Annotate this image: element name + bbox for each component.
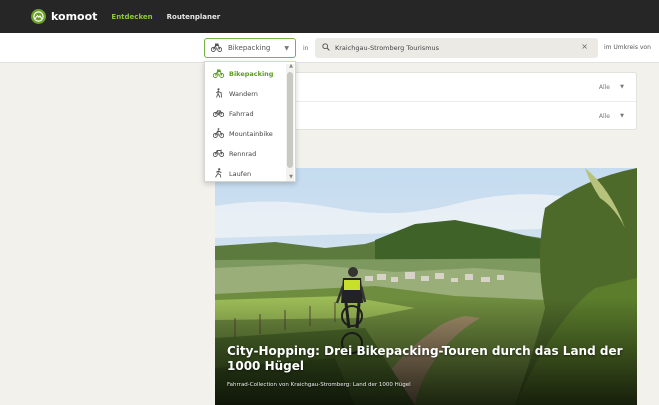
search-bar: Bikepacking ▼ in Kraichgau-Stromberg Tou… xyxy=(0,33,659,63)
radius-label: im Umkreis von xyxy=(604,44,651,51)
mountainbike-icon xyxy=(211,128,225,140)
sport-type-select[interactable]: Bikepacking ▼ xyxy=(204,38,296,58)
nav-link-routenplaner[interactable]: Routenplaner xyxy=(167,13,221,21)
dropdown-item-laufen[interactable]: Laufen xyxy=(205,164,287,184)
komoot-logo-icon xyxy=(31,9,46,24)
roadbike-icon xyxy=(211,149,225,159)
dropdown-item-label: Fahrrad xyxy=(229,110,254,118)
dropdown-scrollbar-thumb[interactable] xyxy=(287,72,293,168)
dropdown-item-wandern[interactable]: Wandern xyxy=(205,84,287,104)
top-navigation: komoot Entdecken Routenplaner xyxy=(0,0,659,33)
dropdown-item-label: Rennrad xyxy=(229,150,257,158)
scroll-down-icon[interactable]: ▼ xyxy=(289,174,293,180)
logo-text: komoot xyxy=(51,10,98,23)
in-label: in xyxy=(303,45,309,52)
clear-icon[interactable]: × xyxy=(581,42,588,51)
region-search-input[interactable]: Kraichgau-Stromberg Tourismus × xyxy=(315,38,598,58)
region-input-value: Kraichgau-Stromberg Tourismus xyxy=(335,44,440,52)
dropdown-item-label: Wandern xyxy=(229,90,258,98)
dropdown-item-bikepacking[interactable]: Bikepacking xyxy=(205,64,287,84)
nav-link-entdecken[interactable]: Entdecken xyxy=(111,13,152,21)
scroll-up-icon[interactable]: ▲ xyxy=(289,63,293,69)
collection-card[interactable]: City-Hopping: Drei Bikepacking-Touren du… xyxy=(215,168,637,405)
filter-value: Alle xyxy=(598,113,610,120)
filter-value: Alle xyxy=(598,84,610,91)
dropdown-item-label: Bikepacking xyxy=(229,70,274,78)
dropdown-item-rennrad[interactable]: Rennrad xyxy=(205,144,287,164)
dropdown-item-label: Laufen xyxy=(229,170,252,178)
hiking-icon xyxy=(211,88,225,100)
bikepacking-icon xyxy=(211,69,225,80)
sport-select-value: Bikepacking xyxy=(228,44,271,52)
collection-title[interactable]: City-Hopping: Drei Bikepacking-Touren du… xyxy=(227,344,632,374)
sport-type-dropdown: Bikepacking Wandern Fahrrad Mountainbike… xyxy=(204,61,296,182)
dropdown-item-fahrrad[interactable]: Fahrrad xyxy=(205,104,287,124)
bikepacking-icon xyxy=(210,43,224,54)
komoot-logo[interactable]: komoot xyxy=(31,9,97,24)
chevron-down-icon: ▼ xyxy=(620,84,624,90)
running-icon xyxy=(211,168,225,180)
search-icon xyxy=(322,43,330,53)
chevron-down-icon: ▼ xyxy=(284,45,289,52)
dropdown-item-mountainbike[interactable]: Mountainbike xyxy=(205,124,287,144)
collection-subtitle: Fahrrad-Collection von Kraichgau-Strombe… xyxy=(227,382,411,388)
dropdown-item-label: Mountainbike xyxy=(229,130,273,138)
bicycle-icon xyxy=(211,109,225,119)
chevron-down-icon: ▼ xyxy=(620,113,624,119)
